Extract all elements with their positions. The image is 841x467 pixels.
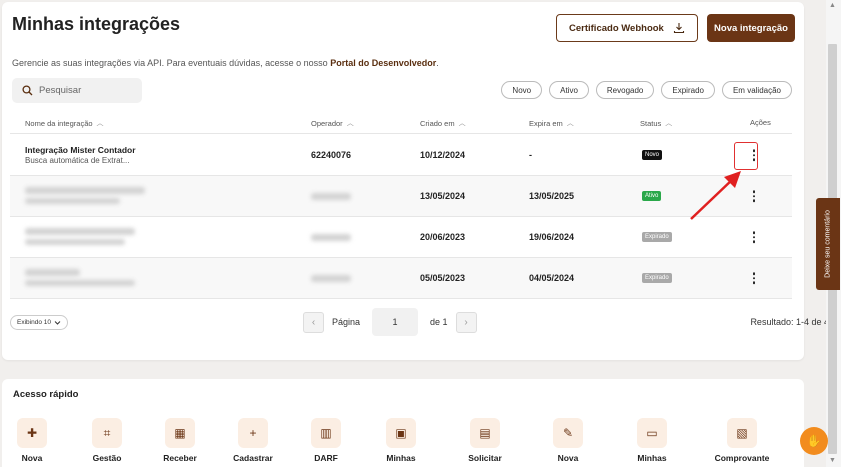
page-title: Minhas integrações xyxy=(12,14,181,34)
filter-revoked[interactable]: Revogado xyxy=(595,81,655,99)
sort-icon: ︿ xyxy=(566,120,574,127)
more-actions-icon[interactable] xyxy=(750,231,758,243)
page-label: Página xyxy=(332,317,361,327)
filter-active[interactable]: Ativo xyxy=(549,81,589,99)
bank-icon: ▥ xyxy=(311,418,341,448)
page-description: Gerencie as suas integrações via API. Pa… xyxy=(12,58,439,68)
redacted-operator xyxy=(311,234,351,241)
receipt-icon: ▧ xyxy=(727,418,757,448)
status-badge: Novo xyxy=(642,150,663,160)
webhook-label: Certificado Webhook xyxy=(569,22,664,34)
quick-access-title: Acesso rápido xyxy=(13,389,79,400)
contact-card-icon: ▣ xyxy=(386,418,416,448)
pin-icon: ✎ xyxy=(553,418,583,448)
next-page-button[interactable]: › xyxy=(455,311,477,333)
scroll-up-icon[interactable]: ▲ xyxy=(829,2,836,9)
table-row[interactable]: 13/05/2024 13/05/2025 Ativo xyxy=(10,176,792,217)
arrow-annotation-icon xyxy=(690,171,741,220)
search-box[interactable] xyxy=(12,78,142,103)
quick-item[interactable]: ▦ Receber xyxy=(150,418,210,463)
col-name[interactable]: Nome da integração ︿ xyxy=(25,118,104,128)
col-created[interactable]: Criado em ︿ xyxy=(420,118,466,128)
quick-item[interactable]: ▣ Minhas xyxy=(371,418,431,463)
redacted-operator xyxy=(311,193,351,200)
status-badge: Ativo xyxy=(642,191,662,201)
integration-name: Integração Mister Contador xyxy=(25,145,136,155)
quick-item[interactable]: ✎ Nova xyxy=(538,418,598,463)
qr-code-icon: ▦ xyxy=(165,418,195,448)
redacted-subtitle xyxy=(25,198,120,204)
created-date: 05/05/2023 xyxy=(420,273,466,283)
per-page-select[interactable]: Exibindo 10 xyxy=(10,315,68,330)
pagination: ‹ Página 1 de 1 › xyxy=(303,308,477,336)
col-actions: Ações xyxy=(750,118,771,127)
feedback-tab[interactable]: Deixe seu comentário xyxy=(816,198,840,290)
quick-item[interactable]: ▤ Solicitar xyxy=(455,418,515,463)
col-expires[interactable]: Expira em ︿ xyxy=(529,118,574,128)
redacted-subtitle xyxy=(25,280,135,286)
quick-item[interactable]: ▧ Comprovante xyxy=(712,418,772,463)
col-operator[interactable]: Operador ︿ xyxy=(311,118,354,128)
redacted-name xyxy=(25,228,135,235)
expires-date: 19/06/2024 xyxy=(529,232,575,242)
page-total: de 1 xyxy=(430,317,448,327)
plus-icon: + xyxy=(238,418,268,448)
redacted-name xyxy=(25,269,80,276)
hand-icon[interactable]: ✋ xyxy=(800,427,828,455)
expires-date: 04/05/2024 xyxy=(529,273,575,283)
search-input[interactable] xyxy=(39,85,129,96)
col-status[interactable]: Status ︿ xyxy=(640,118,672,128)
scroll-down-icon[interactable]: ▼ xyxy=(829,457,836,464)
table-row[interactable]: 20/06/2023 19/06/2024 Expirado xyxy=(10,217,792,258)
integration-subtitle: Busca automática de Extrat... xyxy=(25,156,130,165)
redacted-operator xyxy=(311,275,351,282)
quick-item[interactable]: ▭ Minhas xyxy=(622,418,682,463)
redacted-subtitle xyxy=(25,239,125,245)
document-icon: ▤ xyxy=(470,418,500,448)
new-integration-button[interactable]: Nova integração xyxy=(707,14,795,42)
status-badge: Expirado xyxy=(642,273,672,283)
sort-icon: ︿ xyxy=(346,120,354,127)
status-filters: Novo Ativo Revogado Expirado Em validaçã… xyxy=(501,81,792,99)
operator: 62240076 xyxy=(311,150,352,160)
created-date: 13/05/2024 xyxy=(420,191,466,201)
sort-icon: ︿ xyxy=(665,120,673,127)
scan-icon: ⌗ xyxy=(92,418,122,448)
result-count: Resultado: 1-4 de 4 xyxy=(750,317,829,327)
more-actions-icon[interactable] xyxy=(750,190,758,202)
table-row[interactable]: 05/05/2023 04/05/2024 Expirado xyxy=(10,258,792,299)
developer-portal-link[interactable]: Portal do Desenvolvedor xyxy=(330,58,436,68)
filter-validating[interactable]: Em validação xyxy=(721,81,792,99)
quick-item[interactable]: ⌗ Gestão xyxy=(77,418,137,463)
status-badge: Expirado xyxy=(642,232,672,242)
expires-date: 13/05/2025 xyxy=(529,191,575,201)
prev-page-button[interactable]: ‹ xyxy=(303,311,324,333)
expires-date: - xyxy=(529,150,532,160)
page-input[interactable]: 1 xyxy=(372,308,419,336)
table-row[interactable]: Integração Mister Contador Busca automát… xyxy=(10,135,792,176)
filter-new[interactable]: Novo xyxy=(501,81,543,99)
more-actions-icon[interactable] xyxy=(750,272,758,284)
created-date: 20/06/2023 xyxy=(420,232,466,242)
download-icon xyxy=(673,23,685,34)
quick-access-card: Acesso rápido ✚ Nova ⌗ Gestão ▦ Receber … xyxy=(2,379,804,467)
redacted-name xyxy=(25,187,145,194)
sort-icon: ︿ xyxy=(458,120,466,127)
filter-expired[interactable]: Expirado xyxy=(661,81,715,99)
add-doc-icon: ✚ xyxy=(17,418,47,448)
quick-item[interactable]: ✚ Nova xyxy=(2,418,62,463)
monitor-icon: ▭ xyxy=(637,418,667,448)
webhook-certificate-button[interactable]: Certificado Webhook xyxy=(556,14,698,42)
table-header: Nome da integração ︿ Operador ︿ Criado em ︿… xyxy=(10,114,792,134)
chevron-down-icon xyxy=(54,321,61,325)
quick-item[interactable]: ▥ DARF xyxy=(296,418,356,463)
quick-item[interactable]: + Cadastrar xyxy=(223,418,283,463)
created-date: 10/12/2024 xyxy=(420,150,466,160)
sort-icon: ︿ xyxy=(96,120,104,127)
search-icon xyxy=(22,85,33,96)
